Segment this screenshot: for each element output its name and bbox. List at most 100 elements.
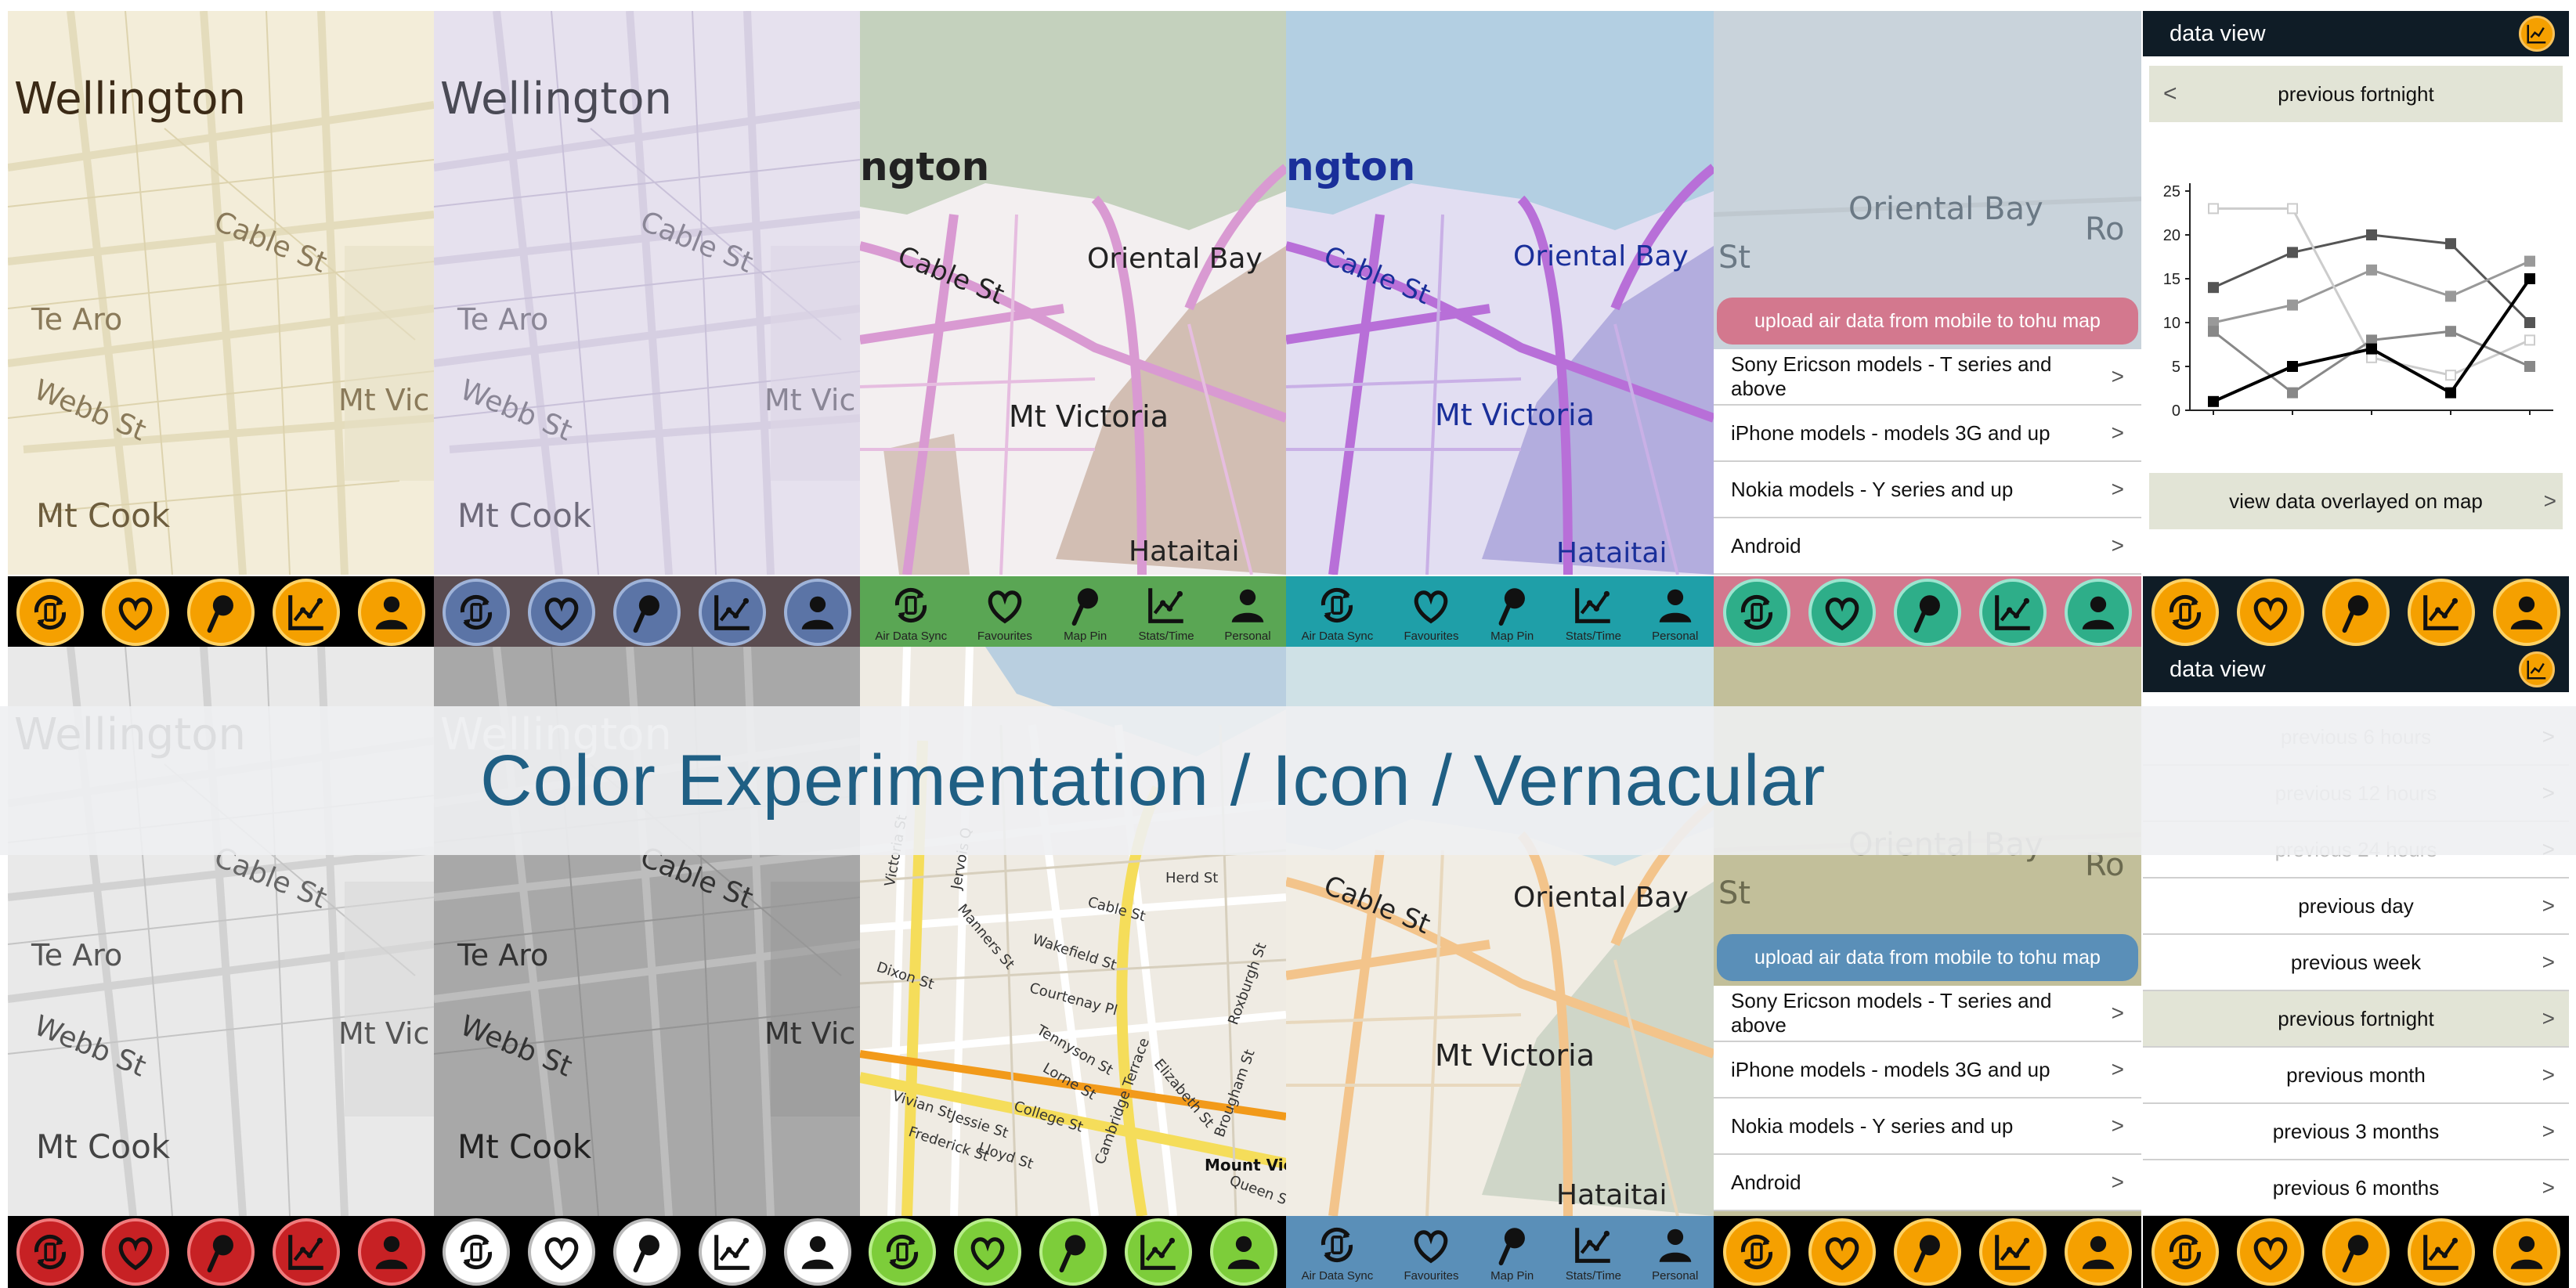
map-panel-beige: Wellington Cable St Te Aro Webb St Mt Vi… — [8, 11, 434, 647]
toolbar-button-person[interactable] — [783, 579, 851, 646]
toolbar-button-person[interactable] — [357, 579, 425, 646]
chevron-right-icon: > — [2542, 893, 2555, 918]
toolbar-button-map-pin[interactable] — [612, 579, 681, 646]
toolbar-button-stats[interactable] — [698, 579, 766, 646]
toolbar-button-heart[interactable] — [528, 1218, 596, 1286]
toolbar-button-map-pin[interactable] — [186, 1218, 255, 1286]
period-list-item[interactable]: previous day > — [2143, 879, 2569, 935]
period-list-item[interactable]: previous month > — [2143, 1048, 2569, 1104]
device-list-item[interactable]: Nokia models - Y series and up > — [1714, 1099, 2141, 1155]
view-on-map-button[interactable]: view data overlayed on map > — [2149, 473, 2563, 529]
device-list-item[interactable]: Nokia models - Y series and up > — [1714, 462, 2141, 518]
toolbar-button-stats[interactable]: Stats/Time — [1566, 1218, 1621, 1286]
toolbar-button-heart[interactable] — [2237, 579, 2305, 646]
map-panel-pink-roads: ngton Cable St Oriental Bay Mt Victoria … — [860, 11, 1286, 647]
device-list-item[interactable]: Sony Ericson models - T series and above… — [1714, 349, 2141, 406]
device-list-item[interactable]: Sony Ericson models - T series and above… — [1714, 986, 2141, 1042]
toolbar-button-stats[interactable] — [2407, 579, 2475, 646]
toolbar-button-stats[interactable] — [1124, 1218, 1192, 1286]
toolbar-button-sync[interactable]: Air Data Sync — [875, 579, 947, 646]
toolbar-button-heart[interactable]: Favourites — [1404, 579, 1458, 646]
toolbar-button-map-pin[interactable]: Map Pin — [1490, 1218, 1535, 1286]
toolbar-button-person[interactable] — [2065, 579, 2133, 646]
toolbar-button-map-pin[interactable] — [2321, 1218, 2390, 1286]
toolbar-button-heart[interactable]: Favourites — [977, 579, 1032, 646]
toolbar-button-sync[interactable] — [869, 1218, 937, 1286]
heart-icon — [982, 583, 1028, 628]
toolbar-button-map-pin[interactable] — [186, 579, 255, 646]
toolbar-button-stats[interactable] — [1979, 579, 2047, 646]
period-list-item[interactable]: previous 3 months > — [2143, 1104, 2569, 1160]
toolbar-button-sync[interactable] — [1722, 1218, 1790, 1286]
toolbar-button-heart[interactable] — [954, 1218, 1022, 1286]
toolbar-button-stats[interactable] — [698, 1218, 766, 1286]
upload-button[interactable]: upload air data from mobile to tohu map — [1717, 934, 2138, 981]
toolbar-button-stats[interactable]: Stats/Time — [1138, 579, 1194, 646]
toolbar-button-person[interactable] — [2492, 579, 2560, 646]
toolbar-button-sync[interactable] — [443, 1218, 511, 1286]
toolbar-button-heart[interactable] — [1808, 579, 1876, 646]
toolbar-button-sync[interactable] — [2151, 579, 2220, 646]
period-list-item[interactable]: previous week > — [2143, 935, 2569, 991]
map-pin-icon — [1490, 1222, 1535, 1268]
toolbar — [8, 1216, 434, 1288]
toolbar-button-heart[interactable] — [102, 579, 170, 646]
toolbar-button-map-pin[interactable]: Map Pin — [1490, 579, 1535, 646]
toolbar-label: Map Pin — [1490, 1268, 1534, 1283]
toolbar-button-person[interactable]: Personal — [1652, 579, 1698, 646]
period-list-item[interactable]: previous fortnight > — [2143, 991, 2569, 1048]
device-list-item[interactable]: iPhone models - models 3G and up > — [1714, 1042, 2141, 1099]
toolbar-button-person[interactable] — [783, 1218, 851, 1286]
heart-icon — [1819, 1229, 1865, 1275]
toolbar-button-person[interactable]: Personal — [1652, 1218, 1698, 1286]
toolbar-button-map-pin[interactable] — [1893, 1218, 1961, 1286]
device-list-item[interactable]: Android > — [1714, 518, 2141, 575]
toolbar-button-stats[interactable] — [272, 579, 340, 646]
toolbar-button-heart[interactable] — [2237, 1218, 2305, 1286]
period-selector[interactable]: < previous fortnight — [2149, 66, 2563, 122]
map-pin-icon — [198, 590, 244, 635]
period-list-item[interactable]: previous 6 months > — [2143, 1160, 2569, 1217]
toolbar-button-map-pin[interactable] — [2321, 579, 2390, 646]
toolbar-button-stats[interactable]: Stats/Time — [1566, 579, 1621, 646]
map-label-ngton: ngton — [860, 144, 990, 189]
toolbar-button-map-pin[interactable] — [612, 1218, 681, 1286]
period-label: previous 6 months — [2272, 1175, 2440, 1200]
device-list-item[interactable]: iPhone models - models 3G and up > — [1714, 406, 2141, 462]
upload-button[interactable]: upload air data from mobile to tohu map — [1717, 298, 2138, 345]
street-map[interactable] — [1286, 11, 1714, 575]
stats-icon — [284, 1229, 329, 1275]
sync-icon — [1734, 1229, 1779, 1275]
toolbar-button-person[interactable] — [1209, 1218, 1277, 1286]
toolbar-button-sync[interactable] — [1722, 579, 1790, 646]
toolbar-button-person[interactable] — [357, 1218, 425, 1286]
toolbar-button-sync[interactable] — [16, 579, 85, 646]
toolbar-button-heart[interactable] — [102, 1218, 170, 1286]
toolbar-button-map-pin[interactable] — [1893, 579, 1961, 646]
street-map[interactable] — [860, 11, 1286, 575]
stats-icon[interactable] — [2519, 651, 2555, 687]
toolbar-button-sync[interactable] — [2151, 1218, 2220, 1286]
toolbar-button-map-pin[interactable]: Map Pin — [1063, 579, 1108, 646]
toolbar-button-person[interactable] — [2065, 1218, 2133, 1286]
toolbar-button-heart[interactable] — [1808, 1218, 1876, 1286]
device-list-item[interactable]: Android > — [1714, 1155, 2141, 1211]
map-label-mt-vic: Mt Vic — [338, 383, 430, 417]
toolbar-button-stats[interactable] — [1979, 1218, 2047, 1286]
toolbar-button-person[interactable]: Personal — [1224, 579, 1271, 646]
back-chevron-icon[interactable]: < — [2163, 81, 2177, 107]
toolbar-button-sync[interactable] — [443, 579, 511, 646]
toolbar-button-map-pin[interactable] — [1039, 1218, 1107, 1286]
toolbar-button-heart[interactable]: Favourites — [1404, 1218, 1458, 1286]
toolbar-button-person[interactable] — [2492, 1218, 2560, 1286]
toolbar-button-heart[interactable] — [528, 579, 596, 646]
toolbar-button-sync[interactable]: Air Data Sync — [1302, 1218, 1373, 1286]
toolbar-button-sync[interactable] — [16, 1218, 85, 1286]
toolbar-button-stats[interactable] — [272, 1218, 340, 1286]
map-pin-icon — [2333, 590, 2379, 635]
stats-icon[interactable] — [2519, 16, 2555, 52]
air-data-line-chart: 0 5 10 15 20 25 — [2163, 183, 2553, 420]
toolbar-button-sync[interactable]: Air Data Sync — [1302, 579, 1373, 646]
toolbar-button-stats[interactable] — [2407, 1218, 2475, 1286]
map-label-ro: Ro — [2085, 211, 2125, 247]
